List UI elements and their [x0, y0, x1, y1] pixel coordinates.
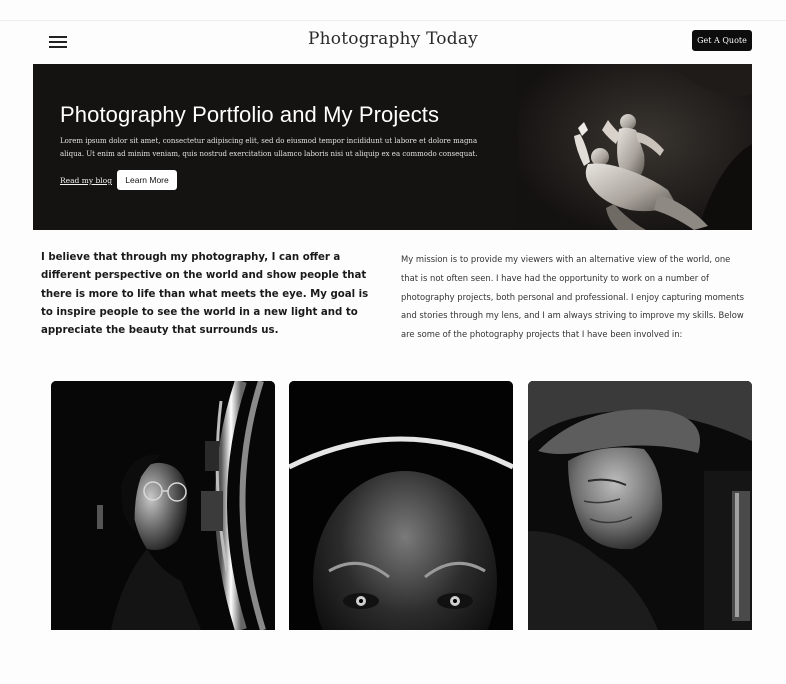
gallery-card[interactable] — [528, 381, 752, 630]
site-title[interactable]: Photography Today — [0, 29, 786, 49]
gallery-card[interactable] — [289, 381, 513, 630]
gallery-card[interactable] — [51, 381, 275, 630]
learn-more-button[interactable]: Learn More — [117, 170, 177, 190]
woman-with-glasses-and-neon-ring-photo — [51, 381, 275, 630]
read-blog-link[interactable]: Read my blog — [60, 176, 112, 185]
get-quote-button[interactable]: Get A Quote — [692, 30, 752, 51]
hero-title: Photography Portfolio and My Projects — [60, 102, 440, 127]
site-header: Photography Today Get A Quote — [0, 21, 786, 63]
face-under-ring-light-photo — [289, 381, 513, 630]
hero-description: Lorem ipsum dolor sit amet, consectetur … — [60, 137, 478, 158]
hero-banner: Photography Portfolio and My Projects Lo… — [33, 64, 752, 230]
elderly-man-in-cap-photo — [528, 381, 752, 630]
mission-text: My mission is to provide my viewers with… — [401, 254, 744, 340]
intro-statement: I believe that through my photography, I… — [41, 252, 369, 337]
marble-statue-image — [518, 64, 752, 230]
